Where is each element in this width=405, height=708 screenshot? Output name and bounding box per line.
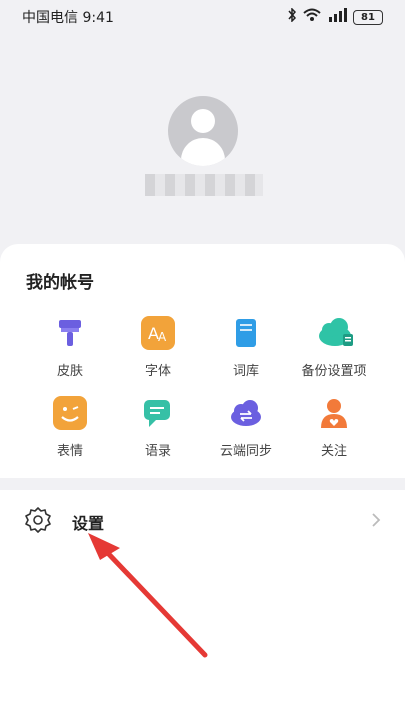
grid-item-label: 表情 [56, 444, 83, 459]
avatar[interactable] [168, 96, 238, 166]
quote-chat-icon [141, 396, 175, 430]
svg-text:A: A [158, 330, 167, 344]
grid-item-emoji[interactable]: 表情 [25, 396, 115, 459]
grid-item-cloud-sync[interactable]: 云端同步 [201, 396, 291, 459]
battery-indicator: 81 [353, 9, 383, 25]
signal-icon [327, 8, 347, 26]
font-icon: AA [141, 316, 175, 350]
account-card: 我的帐号 皮肤 AA 字体 词库 备份设置项 表情 语录 云端同步 关注 [0, 244, 405, 478]
follow-person-icon [317, 396, 351, 430]
settings-label: 设置 [72, 514, 105, 533]
grid-item-label: 云端同步 [219, 444, 272, 459]
chevron-right-icon [371, 512, 381, 533]
wifi-icon [303, 8, 321, 26]
carrier-time: 中国电信 9:41 [22, 10, 114, 26]
grid-item-label: 语录 [144, 444, 171, 459]
grid-item-label: 词库 [232, 364, 259, 379]
emoji-icon [53, 396, 87, 430]
grid-item-backup[interactable]: 备份设置项 [289, 316, 379, 379]
blank-area [0, 550, 405, 708]
brush-icon [53, 316, 87, 350]
avatar-body-icon [181, 138, 225, 166]
cloud-sync-icon [229, 396, 263, 430]
grid-item-skin[interactable]: 皮肤 [25, 316, 115, 379]
grid-item-label: 备份设置项 [301, 364, 367, 379]
grid-item-label: 关注 [320, 444, 347, 459]
grid-item-font[interactable]: AA 字体 [113, 316, 203, 379]
grid-item-dictionary[interactable]: 词库 [201, 316, 291, 379]
grid-item-label: 字体 [144, 364, 171, 379]
cloud-backup-icon [317, 316, 353, 350]
blurred-username [145, 174, 263, 196]
status-bar: 中国电信 9:41 81 [0, 0, 405, 34]
profile-header [0, 34, 405, 244]
grid-item-label: 皮肤 [56, 364, 83, 379]
gear-icon [24, 506, 52, 534]
grid-item-follow[interactable]: 关注 [289, 396, 379, 459]
section-title: 我的帐号 [26, 273, 94, 293]
bluetooth-icon [287, 7, 297, 26]
status-icons: 81 [287, 7, 383, 26]
book-icon [229, 316, 263, 350]
grid-item-quotes[interactable]: 语录 [113, 396, 203, 459]
avatar-head-icon [191, 109, 215, 133]
settings-row[interactable]: 设置 [0, 490, 405, 550]
